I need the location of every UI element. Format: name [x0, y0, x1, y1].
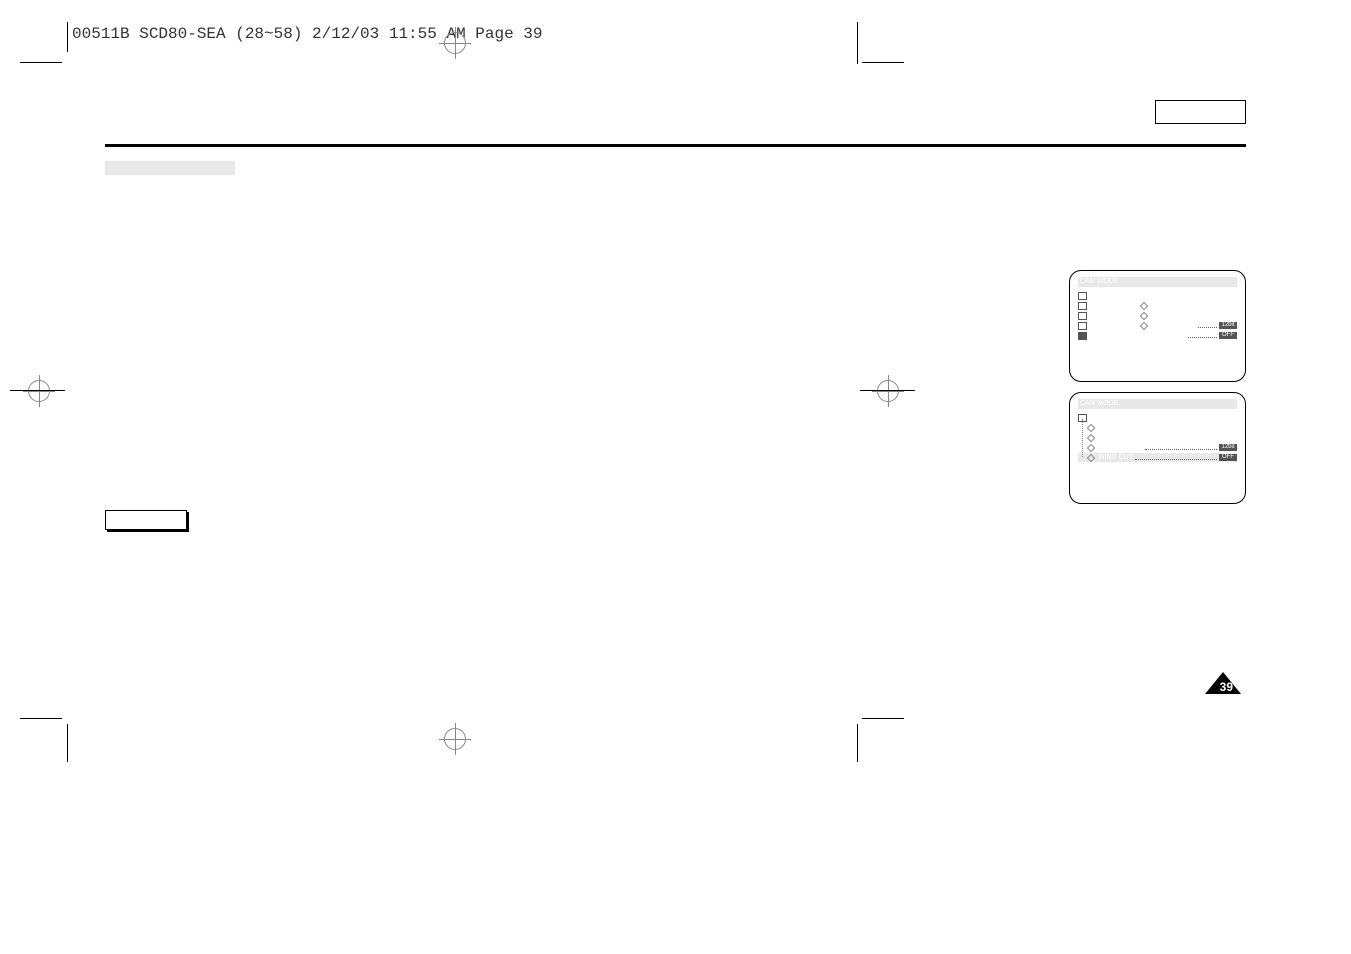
osd-row: AUDIO MODE 12bit: [1078, 443, 1237, 452]
osd-sub: PHOTO SEARCH: [1098, 434, 1154, 441]
osd-sub: AUDIO MODE: [1098, 444, 1143, 451]
osd-dots: [1135, 455, 1217, 460]
steps-text: 1. Set the camcorder to CAMERA mode. 2. …: [105, 255, 625, 378]
notes-text: ■ Make sure WIND CUT is set to off when …: [105, 540, 625, 573]
tree-line: [1082, 419, 1084, 457]
osd-label: A/V: [1093, 312, 1141, 319]
folder-icon: [1078, 312, 1087, 320]
diamond-icon: [1140, 311, 1148, 319]
regmark: [67, 724, 68, 762]
osd-row: A/V PHOTO SEARCH: [1078, 311, 1237, 320]
osd-back-label: A/V SET: [1093, 414, 1120, 421]
osd-sub: REC MODE: [1098, 424, 1136, 431]
diamond-icon: [1087, 433, 1095, 441]
osd-row: WIND CUT OFF: [1078, 331, 1237, 340]
folder-icon: [1078, 302, 1087, 310]
osd-sub: REC MODE: [1151, 302, 1189, 309]
title-rule: [105, 144, 1246, 147]
folder-icon: [1078, 332, 1087, 340]
intro-text: ✤ The WIND CUT function works in CAMERA …: [105, 210, 625, 260]
regmark-circle-icon: [444, 32, 466, 54]
osd-title: CAM MODE: [1078, 399, 1237, 409]
osd-dots: [1198, 323, 1217, 328]
osd-panel-2: CAM MODE A/V SET REC MODE PHOTO SEARCH A…: [1069, 392, 1246, 504]
osd-row: CAMERA REC MODE: [1078, 301, 1237, 310]
osd-label: INITIAL: [1093, 292, 1141, 299]
diamond-icon: [1087, 443, 1095, 451]
regmark: [20, 62, 62, 63]
osd-panel-1: CAM MODE INITIAL CAMERA REC MODE A/V PHO…: [1069, 270, 1246, 382]
osd-value: 12bit: [1219, 322, 1237, 329]
osd-value: OFF: [1219, 332, 1237, 339]
osd-dots: [1188, 333, 1217, 338]
prepress-stamp: 00511B SCD80-SEA (28~58) 2/12/03 11:55 A…: [72, 25, 542, 43]
osd-row: VIEWER AUDIO MODE 12bit: [1078, 321, 1237, 330]
regmark: [10, 390, 65, 391]
osd-row: PHOTO SEARCH: [1078, 433, 1237, 442]
notes-heading: Notes: [105, 510, 187, 530]
osd-value: 12bit: [1219, 444, 1237, 451]
diamond-icon: [1087, 423, 1095, 431]
regmark: [20, 718, 62, 719]
osd-row-selected: WIND CUT OFF: [1078, 453, 1237, 462]
osd-label: VIEWER: [1093, 322, 1141, 329]
regmark: [862, 62, 904, 63]
osd-row: A/V SET: [1078, 413, 1237, 422]
section-highlight: [105, 161, 235, 175]
subsection-title: WIND CUT: [105, 185, 165, 199]
osd-dots: [1145, 445, 1217, 450]
diamond-icon: [1140, 301, 1148, 309]
folder-icon: [1078, 292, 1087, 300]
diamond-icon: [1140, 321, 1148, 329]
osd-sub: WIND CUT: [1098, 454, 1133, 461]
osd-sub: PHOTO SEARCH: [1151, 312, 1207, 319]
language-label: ENGLISH: [1155, 100, 1246, 124]
osd-title: CAM MODE: [1078, 277, 1237, 287]
regmark: [67, 22, 68, 52]
page-number: 39: [1220, 680, 1233, 694]
osd-sub: AUDIO MODE: [1151, 322, 1196, 329]
regmark: [857, 22, 858, 64]
folder-icon: [1078, 322, 1087, 330]
osd-row: INITIAL: [1078, 291, 1237, 300]
regmark-circle-icon: [28, 380, 50, 402]
osd-label: CAMERA: [1093, 302, 1141, 309]
osd-row: REC MODE: [1078, 423, 1237, 432]
osd-sub: WIND CUT: [1151, 332, 1186, 339]
osd-value: OFF: [1219, 454, 1237, 461]
diamond-icon: [1087, 453, 1095, 461]
